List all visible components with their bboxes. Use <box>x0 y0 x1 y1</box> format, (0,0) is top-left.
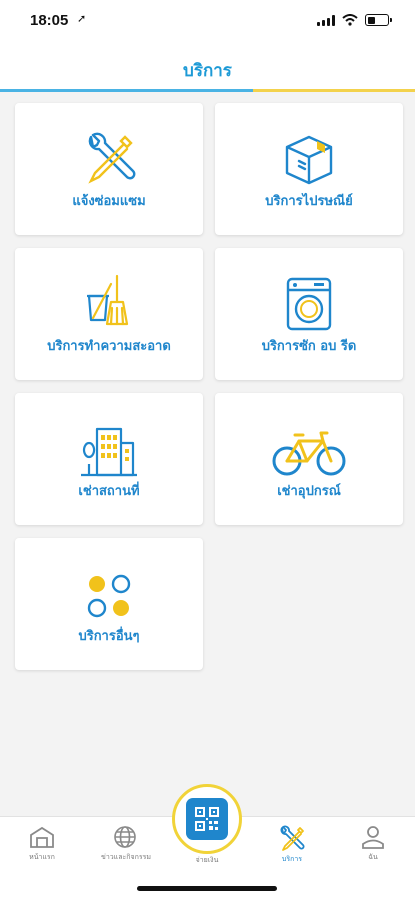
tools-icon <box>280 825 305 851</box>
parcel-box-icon <box>285 135 333 185</box>
status-time: 18:05 <box>30 12 69 29</box>
home-indicator <box>137 886 277 891</box>
service-label: บริการอื่นๆ <box>78 629 140 644</box>
service-card-laundry[interactable]: บริการซัก อบ รีด <box>215 248 403 380</box>
globe-icon <box>114 826 136 848</box>
tab-me[interactable]: ฉัน <box>333 817 413 863</box>
more-circles-icon <box>87 574 131 618</box>
page-title: บริการ <box>183 61 232 81</box>
signal-icon <box>317 14 335 26</box>
service-label: เช่าสถานที่ <box>78 484 140 499</box>
service-label: บริการทำความสะอาด <box>47 339 171 354</box>
battery-icon <box>365 14 392 26</box>
wifi-icon <box>342 14 358 26</box>
service-card-equipment-rental[interactable]: เช่าอุปกรณ์ <box>215 393 403 525</box>
page-header: บริการ <box>0 46 415 92</box>
service-card-venue-rental[interactable]: เช่าสถานที่ <box>15 393 203 525</box>
location-arrow-icon: ➚ <box>77 12 87 25</box>
status-icons <box>317 14 392 26</box>
tab-label: ฉัน <box>368 853 378 861</box>
bicycle-icon <box>272 431 346 476</box>
service-card-repair[interactable]: แจ้งซ่อมแซม <box>15 103 203 235</box>
tab-label: ข่าวและกิจกรรม <box>101 853 151 861</box>
tab-label: บริการ <box>281 855 303 863</box>
building-icon <box>81 427 137 477</box>
header-underline <box>0 89 415 92</box>
person-icon <box>362 826 384 849</box>
status-bar: 18:05 ➚ <box>0 0 415 46</box>
tab-label-pay: จ่ายเงิน <box>195 856 219 864</box>
tab-news[interactable]: ข่าวและกิจกรรม <box>86 817 166 863</box>
service-label: เช่าอุปกรณ์ <box>277 484 341 499</box>
home-icon <box>30 826 54 848</box>
service-label: แจ้งซ่อมแซม <box>72 194 146 209</box>
cleaning-broom-icon <box>87 274 129 326</box>
pay-qr-button[interactable] <box>172 784 242 854</box>
tools-icon <box>88 132 136 184</box>
service-label: บริการซัก อบ รีด <box>261 339 357 354</box>
service-card-post[interactable]: บริการไปรษณีย์ <box>215 103 403 235</box>
tab-label: หน้าแรก <box>29 853 55 861</box>
washing-machine-icon <box>286 277 332 331</box>
tab-home[interactable]: หน้าแรก <box>2 817 82 863</box>
service-card-cleaning[interactable]: บริการทำความสะอาด <box>15 248 203 380</box>
qr-code-icon <box>186 798 228 840</box>
service-card-other[interactable]: บริการอื่นๆ <box>15 538 203 670</box>
service-label: บริการไปรษณีย์ <box>265 194 353 209</box>
tab-services[interactable]: บริการ <box>252 817 332 865</box>
